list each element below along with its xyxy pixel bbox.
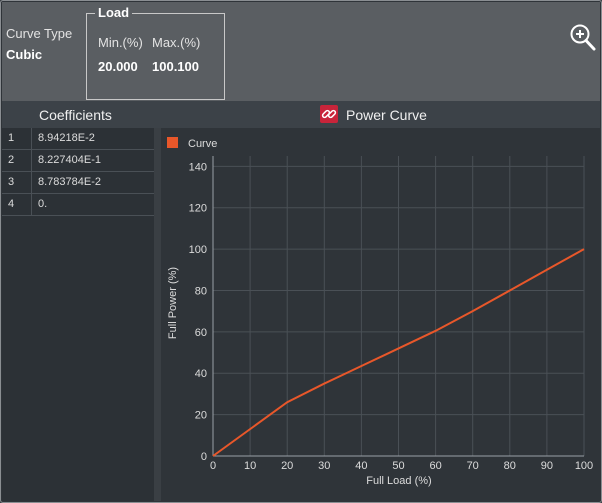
y-tick-label: 60 (195, 327, 207, 339)
y-tick-label: 0 (201, 451, 207, 463)
x-tick-label: 30 (318, 460, 330, 472)
y-axis-label: Full Power (%) (167, 267, 179, 339)
coefficients-table: 1 8.94218E-2 2 8.227404E-1 3 8.783784E-2… (2, 128, 154, 216)
y-tick-label: 80 (195, 285, 207, 297)
load-min-value: 20.000 (98, 59, 138, 74)
row-index: 2 (2, 150, 32, 171)
coefficient-value[interactable]: 0. (38, 198, 47, 210)
row-index: 1 (2, 128, 32, 149)
x-axis-label: Full Load (%) (366, 475, 431, 487)
y-tick-label: 140 (189, 161, 207, 173)
load-max-label: Max.(%) (152, 35, 201, 50)
axis-layer: 0 10 20 30 40 50 60 70 80 90 100 0 20 40 60 80 100 120 140 (189, 156, 593, 472)
grid-layer (212, 156, 585, 457)
x-tick-label: 80 (504, 460, 516, 472)
table-row[interactable]: 3 8.783784E-2 (2, 172, 154, 194)
link-icon[interactable] (320, 105, 338, 123)
window-frame: Curve Type Cubic Load Min.(%) Max.(%) 20… (0, 0, 602, 503)
load-group-title: Load (95, 5, 133, 20)
y-tick-label: 40 (195, 368, 207, 380)
row-index: 4 (2, 194, 32, 215)
x-tick-label: 10 (244, 460, 256, 472)
x-tick-label: 40 (355, 460, 367, 472)
load-max-value: 100.100 (152, 59, 199, 74)
x-tick-label: 70 (467, 460, 479, 472)
coefficients-header: Coefficients (39, 107, 112, 123)
section-header-bar: Coefficients Power Curve (2, 101, 600, 128)
curve-type-value: Cubic (6, 47, 43, 62)
coefficients-empty-area (2, 216, 154, 501)
zoom-in-button[interactable] (568, 22, 598, 54)
row-index: 3 (2, 172, 32, 193)
coefficient-value[interactable]: 8.227404E-1 (38, 154, 101, 166)
legend-label: Curve (188, 138, 217, 150)
table-row[interactable]: 2 8.227404E-1 (2, 150, 154, 172)
top-bar: Curve Type Cubic Load Min.(%) Max.(%) 20… (2, 2, 600, 101)
x-tick-label: 50 (392, 460, 404, 472)
load-min-label: Min.(%) (98, 35, 143, 50)
x-tick-label: 100 (575, 460, 593, 472)
power-curve-chart: 0 10 20 30 40 50 60 70 80 90 100 0 20 40 60 80 100 120 140… (161, 128, 601, 501)
coefficient-value[interactable]: 8.94218E-2 (38, 132, 95, 144)
x-tick-label: 90 (541, 460, 553, 472)
power-curve-header: Power Curve (346, 107, 427, 123)
table-row[interactable]: 1 8.94218E-2 (2, 128, 154, 150)
y-tick-label: 100 (189, 244, 207, 256)
x-tick-label: 60 (429, 460, 441, 472)
curve-type-label: Curve Type (6, 26, 73, 41)
load-group: Load Min.(%) Max.(%) 20.000 100.100 (86, 5, 225, 100)
y-tick-label: 20 (195, 410, 207, 422)
legend-swatch (167, 137, 178, 148)
legend: Curve (167, 137, 217, 150)
y-tick-label: 120 (189, 203, 207, 215)
x-tick-label: 20 (281, 460, 293, 472)
x-tick-label: 0 (210, 460, 216, 472)
table-row[interactable]: 4 0. (2, 194, 154, 216)
coefficient-value[interactable]: 8.783784E-2 (38, 176, 101, 188)
panel-divider[interactable] (154, 128, 161, 501)
chart-canvas: 0 10 20 30 40 50 60 70 80 90 100 0 20 40 60 80 100 120 140… (167, 137, 593, 487)
zoom-in-icon (570, 24, 596, 51)
